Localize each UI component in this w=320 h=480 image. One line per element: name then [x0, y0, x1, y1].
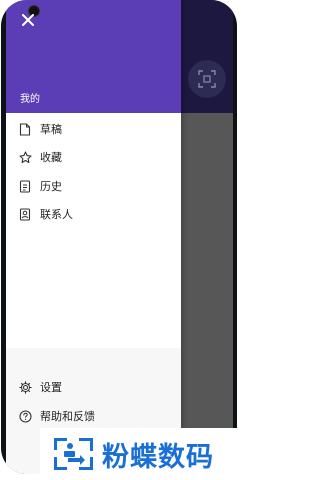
watermark-logo-icon	[54, 438, 93, 470]
profile-label[interactable]: 我的	[20, 90, 40, 105]
close-button[interactable]	[19, 11, 37, 29]
menu-item-label: 草稿	[40, 123, 62, 136]
draft-file-icon	[18, 122, 32, 136]
menu-item-label: 历史	[40, 180, 62, 193]
menu-item-settings[interactable]: 设置	[6, 373, 181, 401]
phone-frame: 我的 草稿 收藏 历史 联系人 设置 帮助和反馈 粉蝶数码	[0, 0, 240, 480]
menu-item-label: 联系人	[40, 208, 73, 221]
help-icon	[18, 409, 32, 423]
contact-icon	[18, 207, 32, 221]
menu-item-history[interactable]: 历史	[6, 172, 181, 200]
scan-icon	[198, 70, 216, 88]
menu-item-contacts[interactable]: 联系人	[6, 200, 181, 228]
menu-item-label: 收藏	[40, 151, 62, 164]
drawer-header: 我的	[6, 0, 181, 113]
navigation-drawer: 我的 草稿 收藏 历史 联系人 设置 帮助和反馈	[6, 0, 181, 474]
device-bezel: 我的 草稿 收藏 历史 联系人 设置 帮助和反馈	[1, 0, 237, 474]
menu-item-drafts[interactable]: 草稿	[6, 115, 181, 143]
close-icon	[22, 14, 34, 26]
menu-item-label: 设置	[40, 381, 62, 394]
menu-item-help[interactable]: 帮助和反馈	[6, 402, 181, 430]
screen: 我的 草稿 收藏 历史 联系人 设置 帮助和反馈	[6, 0, 233, 474]
watermark: 粉蝶数码	[40, 428, 240, 480]
watermark-text: 粉蝶数码	[102, 441, 214, 473]
menu-item-favorites[interactable]: 收藏	[6, 143, 181, 171]
menu-item-label: 帮助和反馈	[40, 410, 95, 423]
scan-button[interactable]	[188, 60, 226, 98]
history-icon	[18, 179, 32, 193]
gear-icon	[18, 380, 32, 394]
star-icon	[18, 150, 32, 164]
